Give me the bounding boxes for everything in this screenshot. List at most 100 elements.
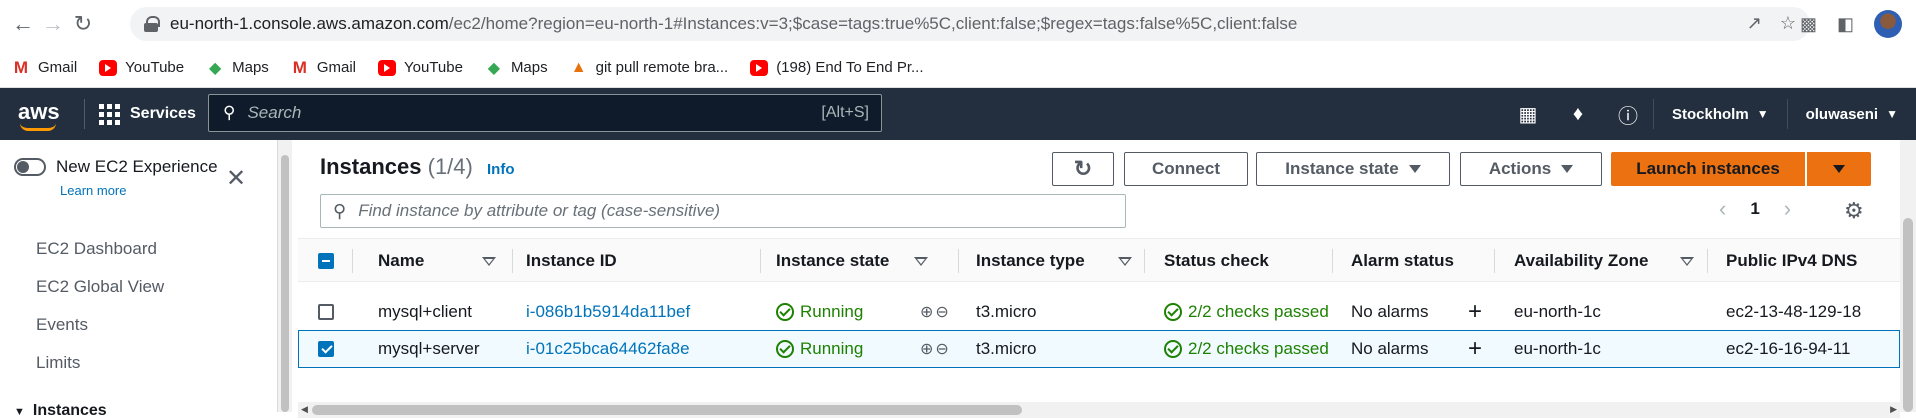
url-text[interactable]: eu-north-1.console.aws.amazon.com/ec2/ho… (170, 14, 1297, 34)
cloudshell-icon[interactable]: ▦ (1503, 102, 1553, 127)
add-alarm-icon[interactable]: + (1468, 331, 1482, 367)
maps-icon: ◆ (487, 59, 501, 77)
bookmark-youtube[interactable]: (198) End To End Pr... (750, 59, 924, 76)
column-name[interactable]: Name (378, 239, 496, 283)
column-status-check[interactable]: Status check (1164, 239, 1269, 283)
column-alarm-status[interactable]: Alarm status (1351, 239, 1454, 283)
sort-icon (482, 257, 496, 266)
scroll-left-icon[interactable]: ◀ (301, 404, 308, 415)
youtube-icon (99, 59, 118, 76)
column-instance-id[interactable]: Instance ID (526, 239, 617, 283)
caret-down-icon (1408, 165, 1421, 173)
connect-button[interactable]: Connect (1124, 152, 1248, 186)
search-icon: ⚲ (333, 200, 347, 221)
learn-more-link[interactable]: Learn more (60, 183, 126, 198)
aws-top-nav: aws Services ⚲ [Alt+S] ▦ ♦ ⓘ Stockholm▼ … (0, 88, 1916, 140)
aws-search-input[interactable] (247, 103, 808, 123)
close-icon[interactable]: ✕ (226, 164, 246, 193)
actions-button[interactable]: Actions (1460, 152, 1602, 186)
search-icon: ⚲ (223, 103, 236, 122)
sort-icon (914, 257, 928, 266)
side-panel-icon[interactable]: ◧ (1837, 14, 1854, 35)
sidebar: New EC2 Experience Learn more ✕ EC2 Dash… (0, 140, 278, 419)
maps-icon: ◆ (208, 59, 222, 77)
sidebar-section-instances[interactable]: ▼ Instances (14, 402, 107, 420)
bookmark-maps[interactable]: ◆ Maps (485, 59, 548, 77)
browser-toolbar: ← → ↻ eu-north-1.console.aws.amazon.com/… (0, 0, 1916, 48)
page-scrollbar-thumb[interactable] (1903, 218, 1913, 412)
extensions-icon[interactable]: ▩ (1800, 14, 1817, 35)
availability-zone: eu-north-1c (1514, 339, 1601, 358)
services-menu[interactable]: Services (130, 105, 196, 123)
bookmark-maps[interactable]: ◆ Maps (206, 59, 269, 77)
instance-filter-input[interactable] (358, 201, 1119, 221)
aws-logo[interactable]: aws (18, 97, 62, 131)
status-check-passed: 2/2 checks passed (1164, 294, 1329, 330)
row-checkbox[interactable] (318, 331, 334, 367)
launch-options-button[interactable] (1807, 152, 1871, 186)
table-row[interactable]: mysql+client i-086b1b5914da11bef Running… (298, 294, 1900, 330)
refresh-button[interactable]: ↻ (1052, 152, 1114, 186)
add-alarm-icon[interactable]: + (1468, 294, 1482, 330)
instance-type: t3.micro (976, 302, 1037, 321)
scroll-right-icon[interactable]: ▶ (1890, 404, 1897, 415)
bookmark-gmail[interactable]: M Gmail (12, 57, 77, 77)
zoom-icons[interactable]: ⊕⊖ (920, 294, 951, 330)
instance-filter[interactable]: ⚲ (320, 194, 1126, 228)
row-checkbox[interactable] (318, 294, 334, 330)
region-selector[interactable]: Stockholm ▼ (1653, 99, 1787, 129)
check-circle-icon (1164, 303, 1182, 321)
table-row[interactable]: mysql+server i-01c25bca64462fa8e Running… (298, 330, 1900, 368)
star-icon[interactable]: ☆ (1780, 13, 1796, 34)
scrollbar-thumb[interactable] (312, 405, 1022, 415)
instance-state-running: Running (776, 294, 863, 330)
info-link[interactable]: Info (487, 161, 515, 178)
bookmarks-bar: M Gmail YouTube ◆ Maps M Gmail YouTube ◆ Map… (0, 48, 1916, 88)
alarm-status: No alarms (1351, 302, 1429, 321)
table-horizontal-scrollbar[interactable]: ◀ ▶ (298, 402, 1900, 418)
help-icon[interactable]: ⓘ (1603, 100, 1653, 129)
bookmark-youtube[interactable]: YouTube (377, 59, 463, 76)
gear-icon[interactable]: ⚙ (1844, 198, 1864, 224)
notifications-bell-icon[interactable]: ♦ (1553, 103, 1603, 126)
forward-icon[interactable]: → (38, 9, 68, 39)
instance-id-link[interactable]: i-01c25bca64462fa8e (526, 331, 690, 367)
alarm-status: No alarms (1351, 339, 1429, 358)
bookmark-youtube[interactable]: YouTube (99, 59, 184, 76)
next-page-icon[interactable]: › (1784, 196, 1791, 222)
column-instance-state[interactable]: Instance state (776, 239, 928, 283)
public-dns: ec2-13-48-129-18 (1726, 302, 1862, 321)
instances-table: Name Instance ID Instance state Instance… (298, 238, 1900, 400)
instance-state-running: Running (776, 331, 863, 367)
sidebar-scrollbar-thumb[interactable] (281, 155, 289, 412)
select-all-checkbox[interactable] (318, 239, 334, 283)
bookmark-git[interactable]: ▲ git pull remote bra... (570, 59, 728, 77)
instance-name: mysql+client (378, 302, 473, 321)
gmail-icon: M (13, 57, 29, 77)
column-public-ipv4-dns[interactable]: Public IPv4 DNS (1726, 239, 1857, 283)
launch-instances-button[interactable]: Launch instances (1611, 152, 1805, 186)
new-experience-toggle[interactable] (14, 158, 46, 176)
column-instance-type[interactable]: Instance type (976, 239, 1132, 283)
account-menu[interactable]: oluwaseni ▼ (1786, 99, 1916, 129)
services-grid-icon[interactable] (99, 103, 120, 125)
back-icon[interactable]: ← (8, 9, 38, 39)
zoom-icons[interactable]: ⊕⊖ (920, 331, 951, 367)
reload-icon[interactable]: ↻ (68, 9, 98, 39)
bookmark-gmail[interactable]: M Gmail (291, 58, 356, 77)
aws-search[interactable]: ⚲ [Alt+S] (208, 94, 882, 132)
previous-page-icon[interactable]: ‹ (1719, 196, 1726, 222)
pagination: ‹ 1 › (1719, 196, 1791, 222)
column-availability-zone[interactable]: Availability Zone (1514, 239, 1694, 283)
current-page[interactable]: 1 (1750, 199, 1759, 219)
sidebar-item-ec2-dashboard[interactable]: EC2 Dashboard (36, 239, 157, 259)
address-bar[interactable]: eu-north-1.console.aws.amazon.com/ec2/ho… (130, 7, 1810, 41)
profile-avatar[interactable] (1874, 10, 1902, 38)
check-circle-icon (776, 340, 794, 358)
share-icon[interactable]: ↗ (1747, 13, 1762, 34)
instance-state-button[interactable]: Instance state (1256, 152, 1450, 186)
sidebar-item-limits[interactable]: Limits (36, 353, 80, 373)
sidebar-item-events[interactable]: Events (36, 315, 88, 335)
sidebar-item-ec2-global-view[interactable]: EC2 Global View (36, 277, 164, 297)
instance-id-link[interactable]: i-086b1b5914da11bef (526, 294, 690, 330)
